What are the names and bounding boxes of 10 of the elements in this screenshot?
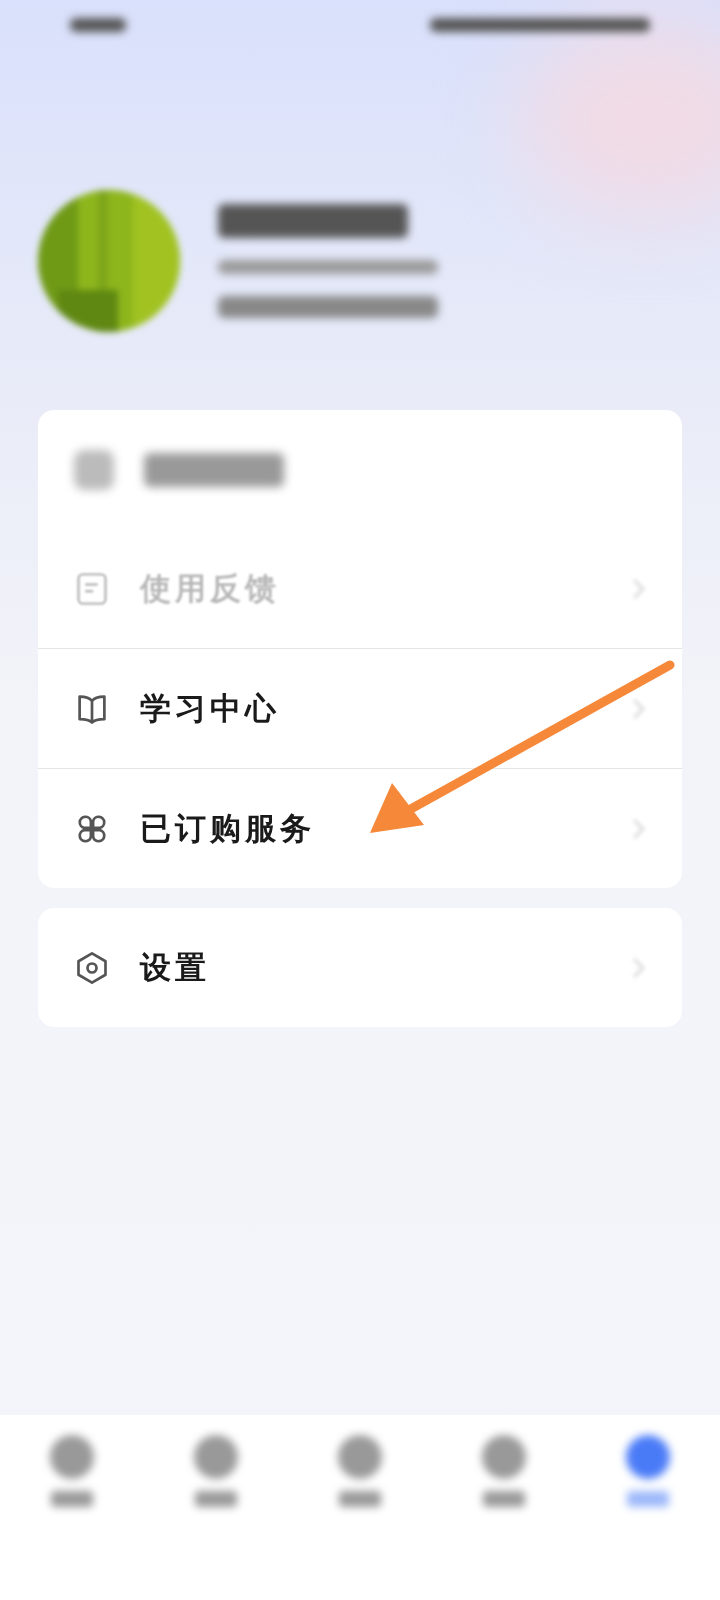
- menu-icon: [74, 949, 110, 986]
- menu-label: 设置: [140, 947, 210, 987]
- menu-icon: [74, 570, 110, 607]
- menu-label: 使用反馈: [140, 568, 280, 608]
- menu-row[interactable]: 已订购服务: [38, 769, 682, 888]
- menu-label: 学习中心: [140, 688, 280, 728]
- menu-row[interactable]: 学习中心: [38, 649, 682, 769]
- menu-label: 已订购服务: [140, 808, 315, 848]
- status-time: [70, 18, 126, 32]
- menu-row[interactable]: 设置: [38, 908, 682, 1027]
